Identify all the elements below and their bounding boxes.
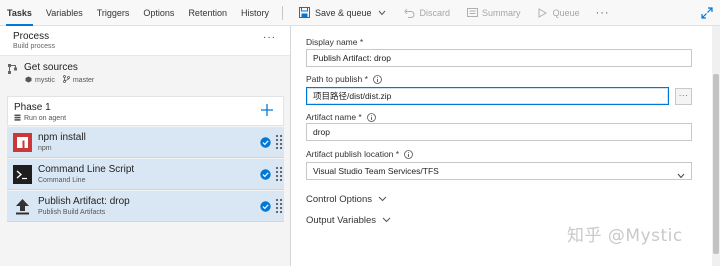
info-icon[interactable] (373, 74, 382, 84)
output-variables-label: Output Variables (306, 215, 377, 226)
get-sources-item[interactable]: Get sources mystic master (0, 58, 290, 90)
drag-handle-icon[interactable] (275, 134, 283, 150)
tab-tasks[interactable]: Tasks (0, 0, 39, 26)
control-options-section[interactable]: Control Options (306, 194, 387, 205)
tab-retention[interactable]: Retention (181, 0, 234, 26)
browse-button[interactable]: ··· (675, 88, 692, 105)
publish-location-label-text: Artifact publish location * (306, 149, 400, 159)
publish-location-label: Artifact publish location * (306, 149, 413, 159)
vertical-scrollbar[interactable] (712, 26, 720, 266)
drag-handle-icon[interactable] (275, 166, 283, 182)
repo-icon (7, 63, 19, 77)
enabled-check-icon[interactable] (260, 201, 271, 212)
info-icon[interactable] (366, 112, 376, 122)
display-name-input[interactable]: Publish Artifact: drop (306, 49, 692, 67)
agent-icon (14, 114, 21, 123)
add-task-icon[interactable] (259, 102, 275, 118)
tab-variables[interactable]: Variables (39, 0, 90, 26)
phase-subtitle: Run on agent (14, 114, 66, 123)
process-more-button[interactable]: ··· (263, 32, 276, 43)
artifact-name-label: Artifact name * (306, 112, 376, 122)
branch-name: master (72, 76, 95, 84)
chevron-down-icon (382, 215, 391, 226)
summary-icon (466, 7, 478, 19)
artifact-name-label-text: Artifact name * (306, 112, 362, 122)
tab-options[interactable]: Options (136, 0, 181, 26)
undo-icon (404, 7, 416, 19)
queue-label: Queue (552, 7, 580, 18)
summary-label: Summary (482, 7, 521, 18)
vsts-repo-icon (25, 76, 32, 85)
watermark-text: 知乎 @Mystic (567, 226, 683, 246)
save-queue-label: Save & queue (314, 7, 372, 18)
summary-button[interactable]: Summary (458, 0, 529, 26)
drag-handle-icon[interactable] (275, 198, 283, 214)
publish-location-select[interactable]: Visual Studio Team Services/TFS (306, 162, 692, 180)
more-actions-button[interactable]: ··· (588, 7, 618, 19)
process-title: Process (13, 31, 50, 42)
publish-location-value: Visual Studio Team Services/TFS (313, 166, 439, 176)
task-command-line-script[interactable]: Command Line Script Command Line (7, 159, 284, 190)
npm-icon (13, 133, 32, 152)
repo-name: mystic (35, 76, 55, 84)
task-title: Publish Artifact: drop (38, 196, 130, 207)
display-name-label: Display name * (306, 37, 363, 47)
process-subtitle: Build process (13, 43, 56, 50)
control-options-label: Control Options (306, 194, 373, 205)
chevron-down-icon (677, 168, 685, 179)
task-publish-artifact[interactable]: Publish Artifact: drop Publish Build Art… (7, 191, 284, 222)
upload-icon (13, 197, 32, 216)
tab-history[interactable]: History (234, 0, 276, 26)
expand-icon[interactable] (700, 6, 714, 20)
toolbar-divider (281, 5, 283, 20)
phase-subtitle-text: Run on agent (24, 115, 67, 122)
discard-label: Discard (419, 7, 451, 18)
output-variables-section[interactable]: Output Variables (306, 215, 391, 226)
path-to-publish-input[interactable]: 项目路径/dist/dist.zip (306, 87, 669, 105)
task-subtitle: Publish Build Artifacts (38, 209, 106, 216)
play-icon (537, 7, 549, 19)
task-title: npm install (38, 132, 86, 143)
phase-title: Phase 1 (14, 102, 51, 113)
process-header[interactable]: Process Build process ··· (0, 26, 290, 56)
phase-1-header[interactable]: Phase 1 Run on agent (7, 96, 284, 126)
save-queue-button[interactable]: Save & queue (291, 0, 396, 26)
artifact-name-input[interactable]: drop (306, 123, 692, 141)
get-sources-title: Get sources (24, 62, 78, 73)
path-label-text: Path to publish * (306, 74, 368, 84)
discard-button[interactable]: Discard (396, 0, 459, 26)
get-sources-meta: mystic master (25, 75, 94, 85)
scrollbar-thumb[interactable] (713, 74, 719, 254)
branch-icon (62, 75, 70, 85)
enabled-check-icon[interactable] (260, 137, 271, 148)
display-name-label-text: Display name * (306, 37, 364, 47)
task-subtitle: Command Line (38, 177, 86, 184)
tab-triggers[interactable]: Triggers (90, 0, 137, 26)
task-npm-install[interactable]: npm install npm (7, 127, 284, 158)
enabled-check-icon[interactable] (260, 169, 271, 180)
task-subtitle: npm (38, 145, 52, 152)
top-toolbar: Tasks Variables Triggers Options Retenti… (0, 0, 720, 26)
terminal-icon (13, 165, 32, 184)
path-label: Path to publish * (306, 74, 382, 84)
save-icon (299, 7, 311, 19)
info-icon[interactable] (404, 149, 413, 159)
pipeline-panel: Process Build process ··· Get sources my… (0, 26, 291, 266)
chevron-down-icon (378, 194, 387, 205)
chevron-down-icon (376, 7, 388, 19)
task-title: Command Line Script (38, 164, 135, 175)
queue-button[interactable]: Queue (529, 0, 588, 26)
